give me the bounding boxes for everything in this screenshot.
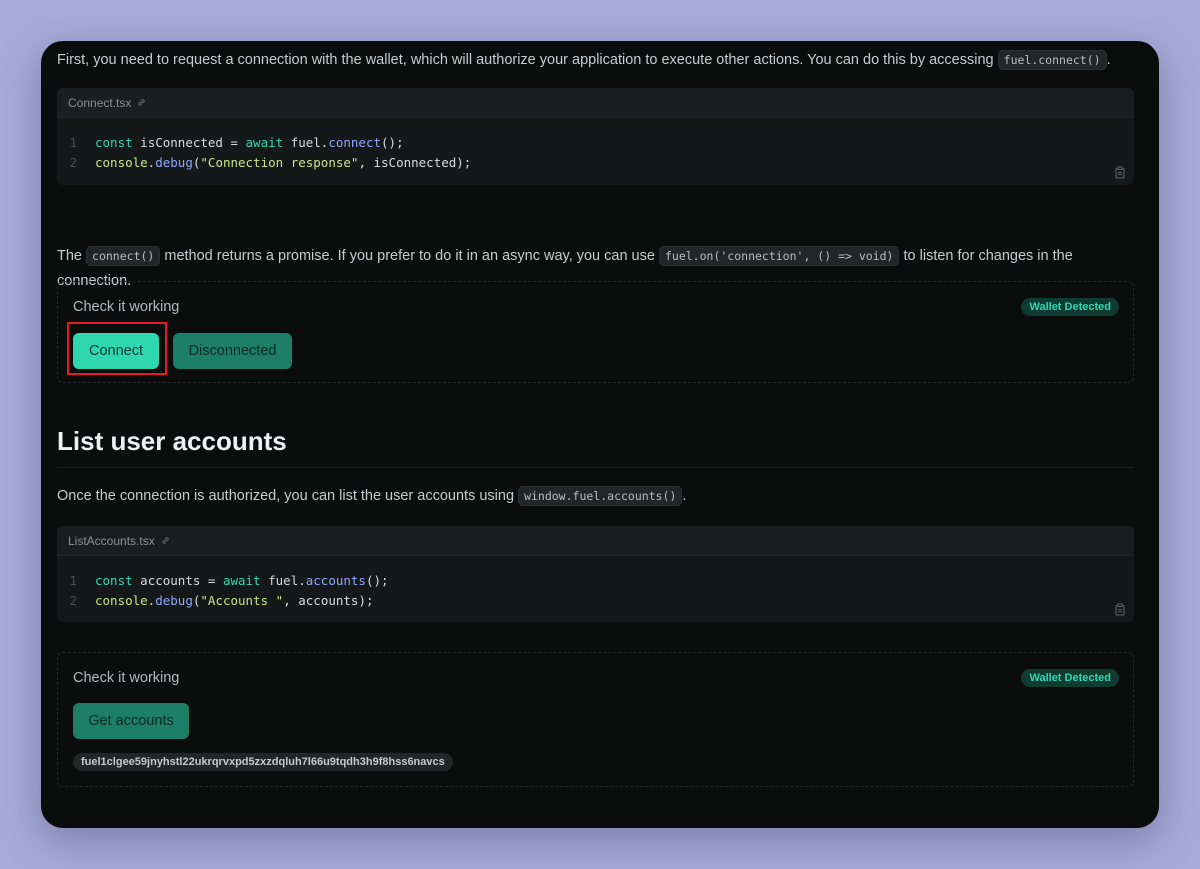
text: method returns a promise. If you prefer … (164, 248, 655, 264)
code-token: await (222, 573, 261, 588)
wallet-status-badge: Wallet Detected (1021, 298, 1119, 316)
code-token: fuel. (283, 135, 329, 150)
disconnected-button[interactable]: Disconnected (173, 333, 292, 369)
code-token: debug (155, 592, 193, 608)
text: The (57, 248, 82, 264)
code-token: (); (381, 135, 404, 150)
code-token: debug (155, 154, 193, 170)
code-token: "Connection response" (200, 154, 359, 170)
text: . (682, 488, 687, 504)
code-token: await (245, 135, 284, 150)
get-accounts-button[interactable]: Get accounts (73, 703, 189, 739)
code-filename: Connect.tsx (68, 95, 132, 110)
code-line: 1 const accounts = await fuel. accounts (); (57, 571, 1134, 591)
text: Once the connection is authorized, you c… (57, 488, 515, 504)
demo-connect: Check it working Wallet Detected Connect… (57, 281, 1134, 383)
copy-icon[interactable] (1114, 166, 1126, 179)
inline-code-fuel-connect: fuel.connect() (997, 50, 1107, 70)
code-block-connect: Connect.tsx 1 const isConnected = await f… (57, 88, 1134, 185)
code-token: accounts = (132, 573, 223, 588)
docs-window: First, you need to request a connection … (41, 41, 1159, 828)
code-token: const (95, 573, 133, 588)
code-block-header: ListAccounts.tsx (57, 526, 1134, 556)
line-number: 2 (69, 154, 77, 170)
copy-icon[interactable] (1114, 603, 1126, 616)
code-line: 2 console. debug("Accounts ", accounts); (57, 591, 1134, 611)
code-token: ( (192, 154, 201, 170)
inline-code-fuel-on: fuel.on('connection', () => void) (658, 246, 900, 266)
code-token: console. (95, 592, 156, 608)
code-token: accounts (305, 573, 366, 588)
wallet-status-badge: Wallet Detected (1021, 669, 1119, 687)
demo-accounts: Check it working Wallet Detected Get acc… (57, 652, 1134, 787)
section-heading: List user accounts (57, 426, 1134, 468)
accounts-paragraph: Once the connection is authorized, you c… (57, 484, 686, 509)
code-token: connect (328, 135, 382, 150)
code-token: isConnected = (132, 135, 246, 150)
code-line: 2 console. debug("Connection response", is… (57, 153, 1134, 173)
code-body: 1 const isConnected = await fuel. connect(… (57, 118, 1134, 172)
highlight-box (67, 322, 167, 375)
code-token: , isConnected); (358, 154, 472, 170)
code-token: "Accounts " (200, 592, 284, 608)
link-icon[interactable] (160, 535, 171, 546)
code-block-list-accounts: ListAccounts.tsx 1 const accounts = await… (57, 526, 1134, 622)
intro-end: . (1106, 52, 1111, 68)
demo-title: Check it working (73, 670, 180, 686)
code-token: fuel. (260, 573, 306, 588)
code-token: , accounts); (283, 592, 374, 608)
inline-code-connect: connect() (86, 246, 161, 266)
code-token: ( (192, 592, 201, 608)
demo-title: Check it working (73, 299, 180, 315)
code-token: (); (365, 573, 389, 588)
code-block-header: Connect.tsx (57, 88, 1134, 118)
code-token: const (95, 135, 133, 150)
code-filename: ListAccounts.tsx (68, 533, 155, 548)
account-address: fuel1clgee59jnyhstl22ukrqrvxpd5zxzdqluh7… (73, 753, 453, 771)
line-number: 1 (69, 135, 77, 150)
code-line: 1 const isConnected = await fuel. connect(… (57, 133, 1134, 153)
line-number: 2 (69, 592, 77, 608)
intro-paragraph: First, you need to request a connection … (57, 48, 1111, 73)
line-number: 1 (69, 573, 77, 588)
code-token: console. (95, 154, 156, 170)
intro-text: First, you need to request a connection … (57, 52, 994, 68)
inline-code-accounts: window.fuel.accounts() (518, 486, 683, 506)
link-icon[interactable] (136, 97, 147, 108)
code-body: 1 const accounts = await fuel. accounts ();… (57, 556, 1134, 610)
